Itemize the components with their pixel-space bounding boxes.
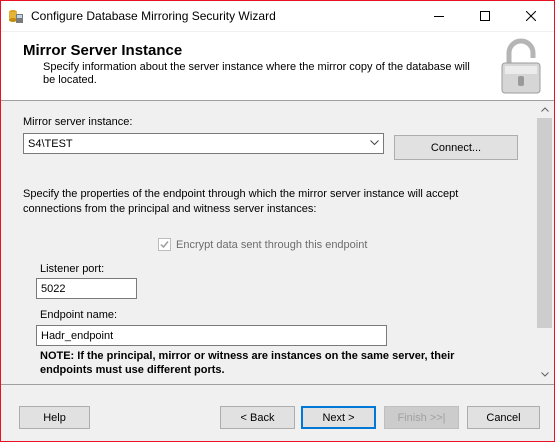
- chevron-down-icon: [370, 140, 379, 146]
- endpoint-description: Specify the properties of the endpoint t…: [23, 188, 459, 215]
- maximize-button[interactable]: [462, 1, 508, 31]
- listener-port-input[interactable]: [36, 278, 137, 299]
- endpoint-name-input[interactable]: [36, 325, 387, 346]
- close-button[interactable]: [508, 1, 554, 31]
- close-icon: [526, 11, 536, 21]
- listener-port-label: Listener port:: [40, 263, 105, 275]
- padlock-icon: [498, 36, 544, 96]
- encrypt-option[interactable]: Encrypt data sent through this endpoint: [158, 238, 367, 251]
- back-button[interactable]: < Back: [220, 406, 295, 429]
- page-title: Mirror Server Instance: [23, 42, 183, 59]
- database-wizard-icon: [8, 8, 24, 24]
- window-title: Configure Database Mirroring Security Wi…: [31, 9, 276, 23]
- scroll-up-button[interactable]: [536, 101, 553, 118]
- mirror-instance-label: Mirror server instance:: [23, 116, 133, 128]
- checkmark-icon: [160, 241, 169, 249]
- vertical-scrollbar[interactable]: [536, 101, 553, 383]
- mirror-instance-value: S4\TEST: [28, 138, 73, 150]
- help-button[interactable]: Help: [19, 406, 90, 429]
- endpoint-name-label: Endpoint name:: [40, 309, 118, 321]
- page-description: Specify information about the server ins…: [43, 61, 470, 86]
- minimize-button[interactable]: [416, 1, 462, 31]
- wizard-window: Configure Database Mirroring Security Wi…: [0, 0, 555, 442]
- mirror-instance-select[interactable]: S4\TEST: [23, 133, 384, 154]
- chevron-down-icon: [540, 372, 549, 377]
- connect-button[interactable]: Connect...: [394, 135, 518, 160]
- encrypt-checkbox[interactable]: [158, 238, 171, 251]
- scroll-down-button[interactable]: [536, 366, 553, 383]
- cancel-button[interactable]: Cancel: [467, 406, 540, 429]
- title-bar[interactable]: Configure Database Mirroring Security Wi…: [1, 1, 554, 31]
- chevron-up-icon: [540, 107, 549, 112]
- wizard-content: Mirror server instance: S4\TEST Connect.…: [1, 101, 554, 383]
- encrypt-label: Encrypt data sent through this endpoint: [176, 238, 368, 251]
- finish-button: Finish >>|: [384, 406, 459, 429]
- wizard-header: Mirror Server Instance Specify informati…: [1, 32, 554, 101]
- minimize-icon: [434, 16, 444, 17]
- footer-divider: [1, 384, 554, 385]
- ports-note: NOTE: If the principal, mirror or witnes…: [40, 350, 455, 376]
- next-button[interactable]: Next >: [301, 406, 376, 429]
- maximize-icon: [480, 11, 490, 21]
- scrollbar-thumb[interactable]: [537, 118, 552, 328]
